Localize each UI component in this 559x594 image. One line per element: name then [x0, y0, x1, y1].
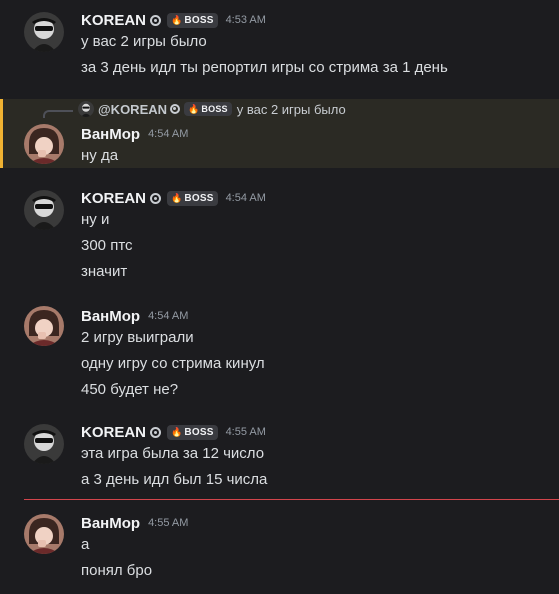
verified-gear-icon [150, 192, 162, 204]
flame-icon: 🔥 [171, 192, 183, 203]
boss-tag[interactable]: 🔥 BOSS [167, 190, 218, 206]
message-text: ну и [81, 211, 110, 228]
message-text: 300 птс [81, 237, 133, 254]
avatar-vanmor-image [24, 514, 64, 554]
reply-avatar-image [78, 101, 94, 117]
author-name[interactable]: KOREAN [81, 190, 146, 207]
message-group: ВанМор 4:54 AM ну да [0, 118, 559, 168]
message-group: ВанМор 4:54 AM 2 игру выиграли одну игру… [0, 298, 559, 408]
avatar-korean[interactable] [24, 424, 64, 464]
flame-icon: 🔥 [171, 14, 183, 25]
boss-tag-label: BOSS [184, 192, 214, 204]
boss-tag-label: BOSS [201, 104, 228, 114]
message-text: значит [81, 263, 128, 280]
avatar-korean-image [24, 12, 64, 52]
boss-tag-label: BOSS [184, 426, 214, 438]
flame-icon: 🔥 [188, 103, 200, 114]
message-text: за 3 день идл ты репортил игры со стрима… [81, 59, 448, 76]
message-text: а 3 день идл был 15 числа [81, 471, 268, 488]
message-text: 450 будет не? [81, 381, 179, 398]
avatar-korean-image [24, 424, 64, 464]
boss-tag[interactable]: 🔥 BOSS [167, 424, 218, 440]
avatar-vanmor[interactable] [24, 124, 64, 164]
message-text: а [81, 536, 90, 553]
message-text: 2 игру выиграли [81, 329, 194, 346]
flame-icon: 🔥 [171, 426, 183, 437]
message-group: KOREAN 🔥 BOSS 4:53 AM у вас 2 игры было з… [0, 0, 559, 96]
reply-avatar-korean [78, 101, 94, 117]
timestamp[interactable]: 4:54 AM [226, 192, 266, 204]
message-group: ВанМор 4:55 AM а понял бро [0, 506, 559, 592]
avatar-vanmor[interactable] [24, 514, 64, 554]
reply-author-name[interactable]: @KOREAN [98, 102, 167, 117]
avatar-korean[interactable] [24, 12, 64, 52]
reply-preview-text: у вас 2 игры было [236, 101, 346, 117]
author-name[interactable]: ВанМор [81, 308, 140, 325]
message-text: одну игру со стрима кинул [81, 355, 265, 372]
new-messages-divider [24, 499, 559, 500]
boss-tag: 🔥 BOSS [184, 102, 232, 116]
boss-tag[interactable]: 🔥 BOSS [167, 12, 218, 28]
timestamp[interactable]: 4:53 AM [226, 14, 266, 26]
boss-tag-label: BOSS [184, 14, 214, 26]
message-group: KOREAN 🔥 BOSS 4:54 AM ну и 300 птс значит [0, 180, 559, 290]
author-name[interactable]: KOREAN [81, 424, 146, 441]
verified-gear-icon [170, 104, 181, 114]
verified-gear-icon [150, 426, 162, 438]
timestamp[interactable]: 4:55 AM [148, 517, 188, 529]
avatar-vanmor-image [24, 124, 64, 164]
timestamp[interactable]: 4:55 AM [226, 426, 266, 438]
timestamp[interactable]: 4:54 AM [148, 128, 188, 140]
chat-message-list[interactable]: KOREAN 🔥 BOSS 4:53 AM у вас 2 игры было з… [0, 0, 559, 594]
message-text: эта игра была за 12 число [81, 445, 265, 462]
message-group: KOREAN 🔥 BOSS 4:55 AM эта игра была за 12… [0, 414, 559, 494]
avatar-korean[interactable] [24, 190, 64, 230]
message-text: понял бро [81, 562, 153, 579]
avatar-vanmor-image [24, 306, 64, 346]
verified-gear-icon [150, 14, 162, 26]
message-text: ну да [81, 147, 119, 164]
avatar-vanmor[interactable] [24, 306, 64, 346]
author-name[interactable]: ВанМор [81, 515, 140, 532]
timestamp[interactable]: 4:54 AM [148, 310, 188, 322]
author-name[interactable]: ВанМор [81, 126, 140, 143]
message-text: у вас 2 игры было [81, 33, 207, 50]
author-name[interactable]: KOREAN [81, 12, 146, 29]
avatar-korean-image [24, 190, 64, 230]
reply-reference[interactable]: @KOREAN 🔥 BOSS у вас 2 игры было [46, 100, 346, 118]
